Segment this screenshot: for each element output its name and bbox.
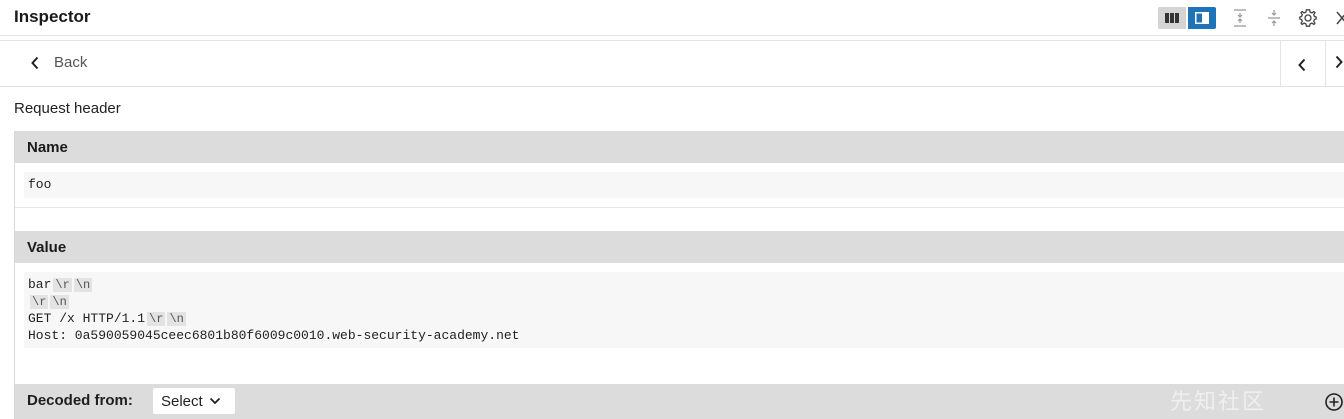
back-label: Back — [54, 54, 88, 71]
value-line-text: GET /x HTTP/1.1 — [28, 311, 146, 326]
divider — [1325, 41, 1326, 87]
value-line: \r \n — [28, 293, 1340, 310]
escape-sequence-badge: \r — [53, 278, 72, 292]
expand-all-button[interactable] — [1228, 6, 1252, 30]
group-border — [14, 131, 15, 419]
gear-icon — [1299, 9, 1317, 27]
close-icon — [1336, 11, 1344, 25]
escape-sequence-badge: \n — [167, 312, 186, 326]
close-button[interactable] — [1330, 6, 1344, 30]
back-button[interactable]: Back — [30, 54, 87, 71]
settings-button[interactable] — [1296, 6, 1320, 30]
decoded-from-bar: Decoded from: Select — [15, 384, 1344, 419]
value-group-header: Value — [15, 231, 1344, 263]
previous-item-button[interactable] — [1292, 55, 1312, 75]
expand-all-icon — [1234, 9, 1246, 27]
select-value: Select — [161, 392, 203, 410]
value-line: bar \r \n — [28, 276, 1340, 293]
layout-sidebar-icon — [1195, 12, 1209, 24]
chevron-left-icon — [31, 56, 39, 69]
layout-list-icon — [1165, 13, 1179, 23]
inspector-title-bar: Inspector — [0, 0, 1344, 36]
chevron-right-icon — [1335, 55, 1343, 69]
escape-sequence-badge: \n — [73, 278, 93, 292]
value-line-text: Host: 0a590059045ceec6801b80f6009c0010.w… — [28, 328, 520, 343]
inspector-nav-bar: Back — [0, 40, 1344, 87]
header-name-value: foo — [28, 177, 52, 192]
watermark: 先知社区 — [1170, 389, 1267, 414]
escape-sequence-badge: \n — [50, 295, 69, 309]
divider — [1280, 41, 1281, 87]
escape-sequence-badge: \r — [30, 295, 49, 309]
collapse-all-button[interactable] — [1262, 6, 1286, 30]
name-label: Name — [27, 139, 68, 156]
layout-sidebar-button[interactable] — [1188, 7, 1216, 29]
decoded-from-label: Decoded from: — [27, 392, 133, 409]
divider — [15, 207, 1344, 208]
chevron-down-icon — [209, 397, 220, 405]
title-bar-controls — [1158, 6, 1344, 30]
name-group-header: Name — [15, 131, 1344, 163]
value-line: Host: 0a590059045ceec6801b80f6009c0010.w… — [28, 327, 1340, 344]
layout-horizontal-button[interactable] — [1158, 7, 1186, 29]
next-item-button[interactable] — [1334, 55, 1344, 75]
value-line-text: bar — [28, 277, 52, 292]
decoded-from-select[interactable]: Select — [153, 388, 235, 414]
panel-title: Inspector — [14, 7, 91, 26]
escape-sequence-badge: \r — [147, 312, 166, 326]
add-circle-icon[interactable] — [1324, 392, 1344, 412]
value-label: Value — [27, 239, 67, 256]
value-line: GET /x HTTP/1.1 \r \n — [28, 310, 1340, 327]
chevron-left-icon — [1298, 58, 1306, 72]
header-value-field[interactable]: bar \r \n \r \n GET /x HTTP/1.1 \r \n Host: 0a59… — [24, 272, 1344, 348]
section-title: Request header — [14, 100, 121, 117]
collapse-all-icon — [1268, 10, 1280, 26]
header-name-field[interactable]: foo — [24, 172, 1344, 198]
